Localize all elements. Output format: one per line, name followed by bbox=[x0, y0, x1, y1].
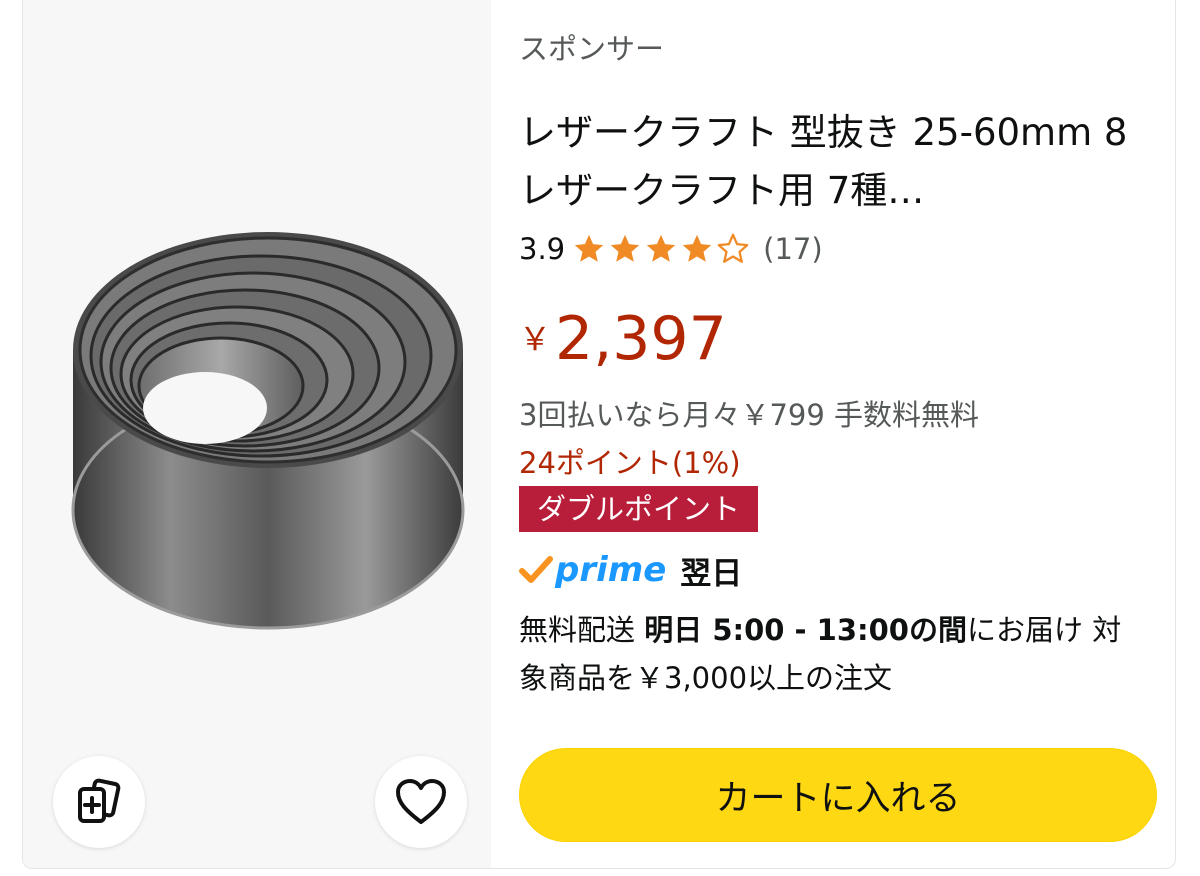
prime-logo-text: prime bbox=[555, 550, 667, 590]
wishlist-button[interactable] bbox=[375, 756, 467, 848]
product-image-pane[interactable] bbox=[23, 0, 491, 868]
double-point-badge: ダブルポイント bbox=[519, 486, 759, 532]
product-image[interactable] bbox=[53, 210, 473, 640]
rating-value: 3.9 bbox=[519, 232, 566, 266]
delivery-info: 無料配送 明日 5:00 - 13:00の間にお届け 対象商品を￥3,000以上… bbox=[519, 606, 1149, 702]
price-amount: 2,397 bbox=[555, 304, 727, 374]
star-rating bbox=[571, 232, 751, 266]
star-full-icon bbox=[610, 234, 640, 262]
sponsored-label: スポンサー bbox=[519, 32, 665, 66]
prime-row: prime 翌日 bbox=[519, 544, 742, 596]
prime-delivery-speed: 翌日 bbox=[680, 555, 743, 592]
installment-text: 3回払いなら月々￥799 手数料無料 bbox=[519, 398, 980, 432]
heart-outline-icon bbox=[396, 779, 446, 824]
points-text: 24ポイント(1%) bbox=[519, 446, 741, 480]
product-card[interactable]: スポンサー レザークラフト 型抜き 25-60mm 8レザークラフト用 7種… … bbox=[22, 0, 1176, 869]
price: ￥ 2,397 bbox=[519, 300, 727, 378]
compare-cards-icon bbox=[78, 778, 121, 823]
compare-button[interactable] bbox=[53, 756, 145, 848]
rating-row[interactable]: 3.9 (17) bbox=[519, 232, 823, 266]
star-full-icon bbox=[682, 234, 712, 262]
delivery-prefix: 無料配送 bbox=[519, 613, 645, 647]
prime-check-icon bbox=[519, 556, 553, 583]
prime-logo: prime bbox=[519, 550, 666, 590]
product-title-link[interactable]: レザークラフト 型抜き 25-60mm 8レザークラフト用 7種… bbox=[519, 104, 1155, 220]
star-empty-icon bbox=[717, 233, 749, 263]
delivery-window: 明日 5:00 - 13:00の間 bbox=[644, 613, 967, 647]
price-currency-symbol: ￥ bbox=[519, 320, 552, 358]
star-full-icon bbox=[646, 234, 676, 262]
star-full-icon bbox=[574, 234, 604, 262]
review-count: (17) bbox=[763, 232, 823, 266]
add-to-cart-button[interactable]: カートに入れる bbox=[519, 748, 1157, 842]
